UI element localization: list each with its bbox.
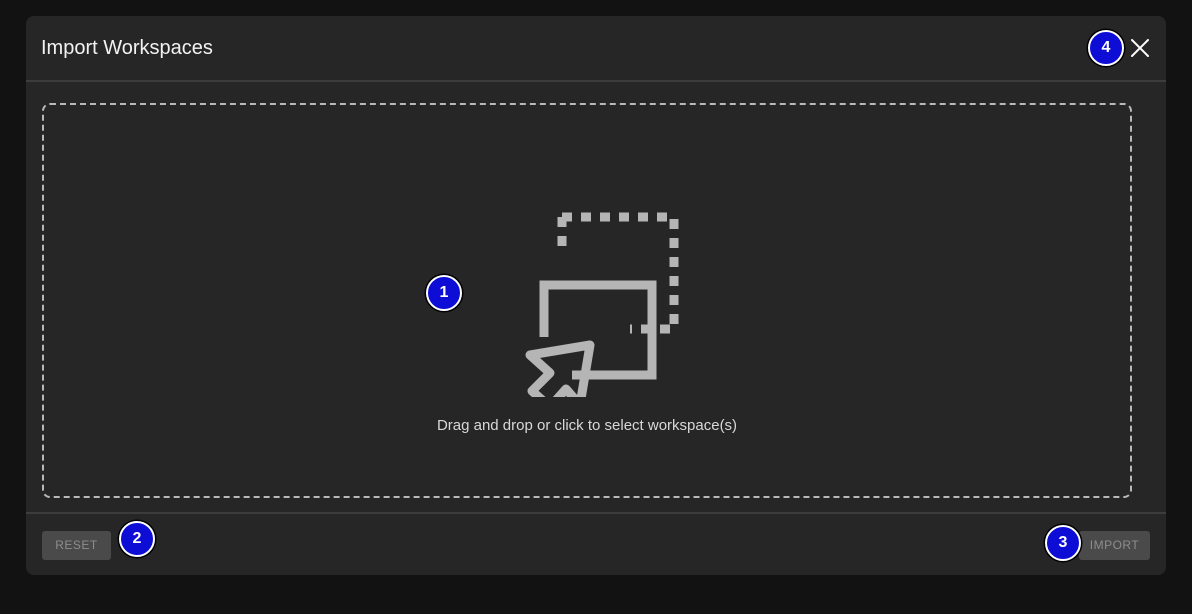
marker-2: 2 bbox=[119, 521, 155, 557]
marker-3: 3 bbox=[1045, 525, 1081, 561]
dialog-header: Import Workspaces bbox=[26, 16, 1166, 82]
marker-1: 1 bbox=[426, 275, 462, 311]
reset-button[interactable]: RESET bbox=[42, 531, 111, 560]
import-workspaces-dialog: Import Workspaces Drag and drop or click… bbox=[26, 16, 1166, 575]
close-icon bbox=[1131, 39, 1149, 57]
dialog-footer: RESET IMPORT bbox=[26, 512, 1166, 577]
marker-4: 4 bbox=[1088, 30, 1124, 66]
drag-drop-select-icon bbox=[525, 212, 679, 397]
dialog-title: Import Workspaces bbox=[41, 37, 213, 59]
dropzone-instructions: Drag and drop or click to select workspa… bbox=[436, 417, 738, 434]
close-button[interactable] bbox=[1128, 36, 1152, 60]
import-button[interactable]: IMPORT bbox=[1079, 531, 1150, 560]
file-dropzone[interactable]: Drag and drop or click to select workspa… bbox=[42, 103, 1132, 498]
